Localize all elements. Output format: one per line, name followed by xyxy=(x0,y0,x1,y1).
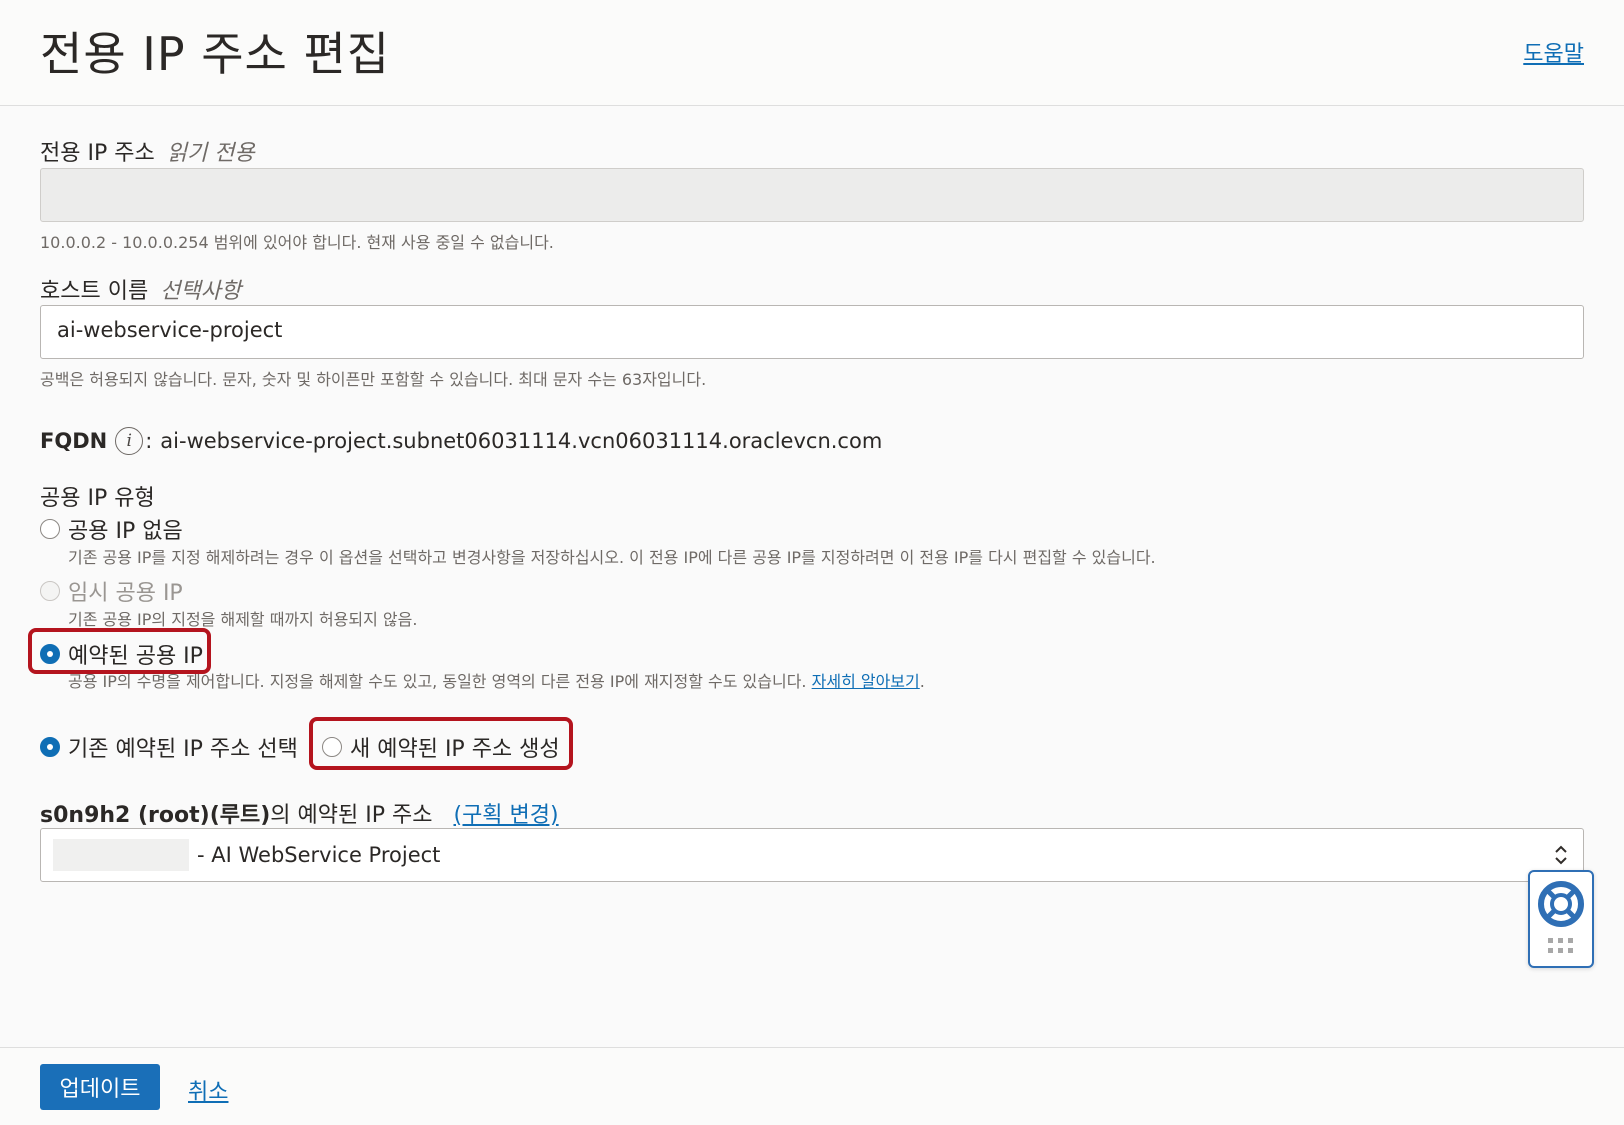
radio-button-checked[interactable] xyxy=(40,737,60,757)
reserved-public-ip-desc: 공용 IP의 수명을 제어합니다. 지정을 해제할 수도 있고, 동일한 영역의… xyxy=(68,668,925,692)
reserved-ip-select-label: s0n9h2 (root)(루트)의 예약된 IP 주소 (구획 변경) xyxy=(40,797,559,829)
radio-button[interactable] xyxy=(322,737,342,757)
reserved-ip-select[interactable]: - AI WebService Project xyxy=(40,828,1584,882)
redacted-ip xyxy=(53,839,189,871)
radio-label: 기존 예약된 IP 주소 선택 xyxy=(68,737,298,762)
private-ip-label-text: 전용 IP 주소 xyxy=(40,141,155,166)
drag-handle-icon xyxy=(1548,938,1573,953)
hostname-help: 공백은 허용되지 않습니다. 문자, 숫자 및 하이픈만 포함할 수 있습니다.… xyxy=(40,370,707,389)
update-button[interactable]: 업데이트 xyxy=(40,1064,160,1110)
radio-button[interactable] xyxy=(40,519,60,539)
radio-reserved-public-ip[interactable]: 예약된 공용 IP xyxy=(40,638,203,670)
help-link[interactable]: 도움말 xyxy=(1523,36,1584,68)
selected-reserved-ip: - AI WebService Project xyxy=(197,843,441,867)
reserved-ip-label-text: 의 예약된 IP 주소 xyxy=(270,803,433,828)
private-ip-field xyxy=(40,168,1584,222)
reserved-desc-text: 공용 IP의 수명을 제어합니다. 지정을 해제할 수도 있고, 동일한 영역의… xyxy=(68,672,807,691)
page-header: 전용 IP 주소 편집 도움말 xyxy=(0,0,1624,106)
page-title: 전용 IP 주소 편집 xyxy=(40,27,391,81)
fqdn-separator: : xyxy=(145,429,153,453)
change-compartment-link[interactable]: (구획 변경) xyxy=(453,803,558,828)
learn-more-link[interactable]: 자세히 알아보기 xyxy=(812,672,920,691)
radio-label: 공용 IP 없음 xyxy=(68,519,183,544)
optional-hint: 선택사항 xyxy=(160,279,242,304)
read-only-hint: 읽기 전용 xyxy=(166,141,255,166)
form-content: 전용 IP 주소 읽기 전용 10.0.0.2 - 10.0.0.254 범위에 … xyxy=(0,107,1624,1047)
cancel-link[interactable]: 취소 xyxy=(188,1074,228,1106)
info-icon[interactable]: i xyxy=(115,427,144,455)
radio-label: 임시 공용 IP xyxy=(68,581,183,606)
reserved-desc-period: . xyxy=(919,672,925,691)
select-updown-icon xyxy=(1555,845,1567,865)
form-footer: 업데이트 취소 xyxy=(0,1047,1624,1125)
ephemeral-public-ip-desc: 기존 공용 IP의 지정을 해제할 때까지 허용되지 않음. xyxy=(68,610,418,629)
radio-no-public-ip[interactable]: 공용 IP 없음 xyxy=(40,513,183,545)
radio-existing-reserved-ip[interactable]: 기존 예약된 IP 주소 선택 xyxy=(40,731,298,763)
fqdn-value: ai-webservice-project.subnet06031114.vcn… xyxy=(160,429,883,453)
hostname-input[interactable]: ai-webservice-project xyxy=(40,305,1584,359)
private-ip-help: 10.0.0.2 - 10.0.0.254 범위에 있어야 합니다. 현재 사용… xyxy=(40,233,554,252)
support-widget[interactable] xyxy=(1528,870,1594,968)
no-public-ip-desc: 기존 공용 IP를 지정 해제하려는 경우 이 옵션을 선택하고 변경사항을 저… xyxy=(68,548,1156,567)
public-ip-type-label: 공용 IP 유형 xyxy=(40,486,155,511)
hostname-label-text: 호스트 이름 xyxy=(40,279,149,304)
private-ip-label: 전용 IP 주소 읽기 전용 xyxy=(40,135,255,167)
hostname-label: 호스트 이름 선택사항 xyxy=(40,273,241,305)
compartment-name: s0n9h2 (root)(루트) xyxy=(40,803,271,828)
radio-button xyxy=(40,581,60,601)
radio-button-checked[interactable] xyxy=(40,644,60,664)
radio-new-reserved-ip[interactable]: 새 예약된 IP 주소 생성 xyxy=(322,731,560,763)
radio-label: 예약된 공용 IP xyxy=(68,644,203,669)
lifebuoy-icon xyxy=(1538,881,1584,953)
fqdn-label: FQDN xyxy=(40,429,108,453)
fqdn-row: FQDN i : ai-webservice-project.subnet060… xyxy=(40,427,882,455)
radio-label: 새 예약된 IP 주소 생성 xyxy=(350,737,560,762)
radio-ephemeral-public-ip: 임시 공용 IP xyxy=(40,575,183,607)
